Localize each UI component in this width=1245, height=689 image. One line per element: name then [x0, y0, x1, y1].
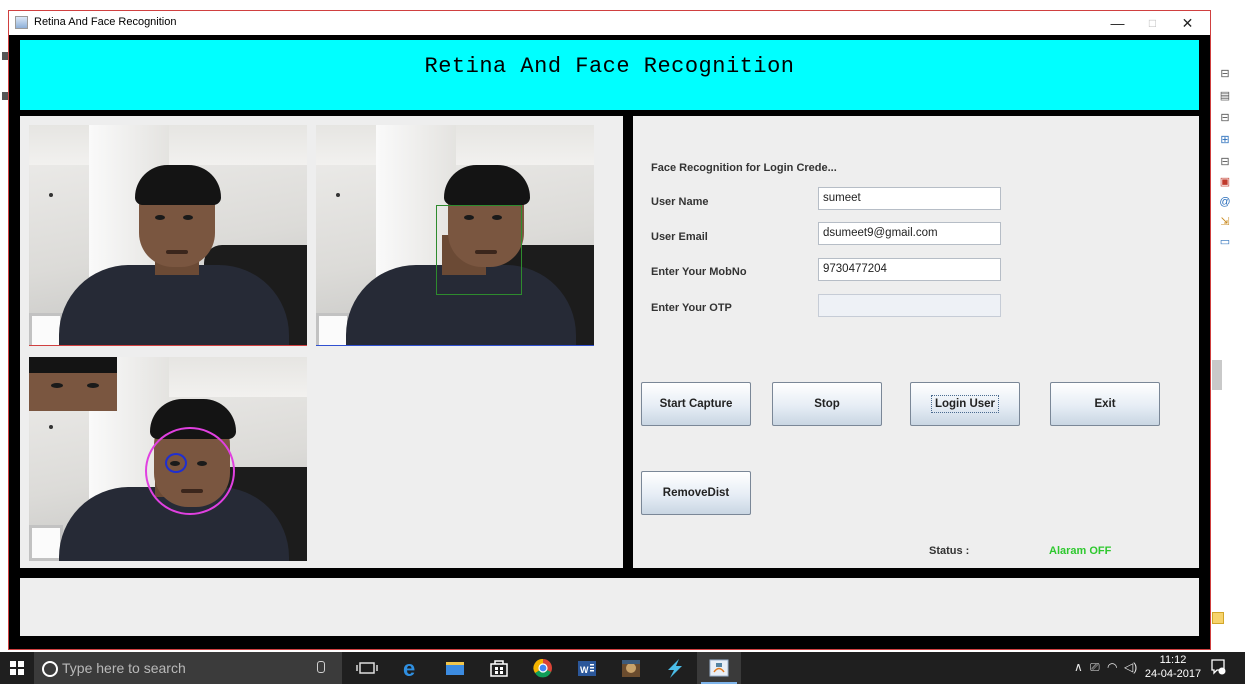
microphone-icon[interactable] — [317, 661, 325, 673]
otp-field[interactable] — [818, 294, 1001, 317]
user-email-field[interactable]: dsumeet9@gmail.com — [818, 222, 1001, 245]
face-detection-circle — [145, 427, 235, 515]
camera-frame-original — [29, 125, 307, 346]
network-icon[interactable]: ⎚ — [1090, 660, 1100, 675]
title-bar[interactable]: Retina And Face Recognition — □ ✕ — [9, 11, 1210, 35]
java-app-icon[interactable] — [697, 652, 741, 684]
face-crop-thumbnail — [29, 357, 117, 411]
remove-dist-button[interactable]: RemoveDist — [641, 471, 751, 515]
user-name-field[interactable]: sumeet — [818, 187, 1001, 210]
windows-logo-icon — [10, 661, 24, 675]
face-detection-box — [436, 205, 522, 295]
camera-frame-face-detection — [316, 125, 594, 346]
page-title: Retina And Face Recognition — [424, 54, 795, 79]
store-icon[interactable] — [477, 652, 521, 684]
background-left-gutter — [0, 40, 8, 640]
notification-center-icon[interactable] — [1210, 658, 1226, 676]
document-icon[interactable]: ▤ — [1219, 90, 1231, 102]
login-form-panel: Face Recognition for Login Crede... User… — [633, 116, 1199, 568]
lightning-app-icon[interactable] — [653, 652, 697, 684]
exit-button[interactable]: Exit — [1050, 382, 1160, 426]
background-scrollbar[interactable] — [1212, 360, 1222, 390]
taskbar-search-box[interactable]: Type here to search — [34, 652, 342, 684]
background-side-toolbar: ⊟ ▤ ⊟ ⊞ ⊟ ▣ @ ⇲ ▭ — [1210, 40, 1245, 640]
edge-icon[interactable]: e — [389, 652, 433, 684]
status-label: Status : — [929, 545, 970, 557]
login-user-button[interactable]: Login User — [910, 382, 1020, 426]
form-heading: Face Recognition for Login Crede... — [651, 162, 837, 174]
app-window: Retina And Face Recognition — □ ✕ Retina… — [8, 10, 1211, 650]
mobile-number-label: Enter Your MobNo — [651, 266, 747, 278]
hierarchy-icon[interactable]: ⊞ — [1219, 134, 1231, 146]
console-icon[interactable]: ▭ — [1219, 236, 1231, 248]
header-banner: Retina And Face Recognition — [20, 40, 1199, 110]
export-icon[interactable]: ⇲ — [1219, 216, 1231, 228]
stop-button[interactable]: Stop — [772, 382, 882, 426]
user-name-label: User Name — [651, 196, 709, 208]
maximize-button[interactable]: □ — [1135, 11, 1170, 35]
retina-detection-circle — [165, 453, 187, 473]
clock-date[interactable]: 24-04-2017 — [1136, 668, 1210, 680]
user-email-label: User Email — [651, 231, 708, 243]
restore-icon[interactable]: ⊟ — [1219, 68, 1231, 80]
wifi-icon[interactable]: ◠ — [1107, 660, 1117, 674]
bottom-panel — [20, 578, 1199, 636]
chrome-icon[interactable] — [521, 652, 565, 684]
search-placeholder: Type here to search — [62, 660, 186, 676]
cortana-icon — [42, 661, 58, 677]
login-user-label: Login User — [930, 395, 1000, 413]
clock-time[interactable]: 11:12 — [1148, 654, 1198, 666]
svg-text:e: e — [403, 656, 415, 681]
word-icon[interactable]: W — [565, 652, 609, 684]
restore-icon[interactable]: ⊟ — [1219, 112, 1231, 124]
mobile-number-field[interactable]: 9730477204 — [818, 258, 1001, 281]
otp-label: Enter Your OTP — [651, 302, 732, 314]
start-capture-button[interactable]: Start Capture — [641, 382, 751, 426]
photo-app-icon[interactable] — [609, 652, 653, 684]
camera-panel — [20, 116, 623, 568]
close-button[interactable]: ✕ — [1170, 11, 1205, 35]
svg-text:W: W — [580, 665, 589, 675]
image-icon[interactable]: ▣ — [1219, 176, 1231, 188]
task-view-icon[interactable] — [345, 652, 389, 684]
status-value: Alaram OFF — [1049, 545, 1112, 557]
taskbar: Type here to search e W ∧ ⎚ ◠ ◁) 11:12 2… — [0, 652, 1245, 684]
start-button[interactable] — [0, 652, 34, 684]
window-title: Retina And Face Recognition — [34, 16, 177, 28]
at-sign-icon[interactable]: @ — [1219, 196, 1231, 208]
camera-frame-retina-detection — [29, 357, 307, 561]
chevron-up-icon[interactable]: ∧ — [1074, 660, 1083, 674]
java-app-icon — [15, 16, 28, 29]
restore-icon[interactable]: ⊟ — [1219, 156, 1231, 168]
minimize-button[interactable]: — — [1100, 11, 1135, 35]
file-explorer-icon[interactable] — [433, 652, 477, 684]
warning-marker-icon — [1212, 612, 1224, 624]
